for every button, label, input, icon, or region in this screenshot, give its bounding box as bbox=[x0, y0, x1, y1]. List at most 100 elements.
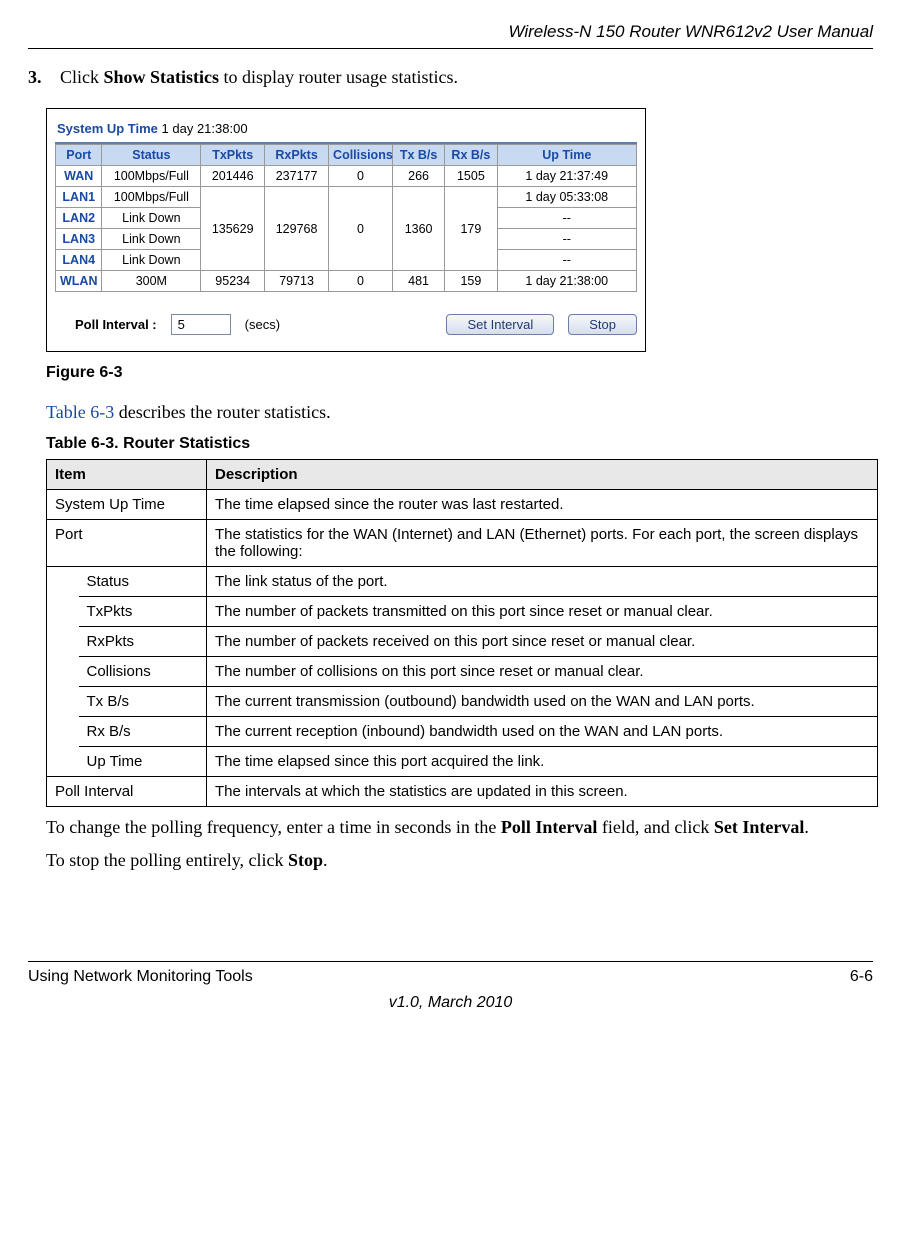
col-rxbs: Rx B/s bbox=[445, 145, 497, 166]
col-uptime: Up Time bbox=[497, 145, 636, 166]
desc-sub-desc-1: The number of packets transmitted on thi… bbox=[207, 597, 878, 627]
lan-tx: 135629 bbox=[201, 187, 265, 271]
desc-sub-desc-4: The current transmission (outbound) band… bbox=[207, 687, 878, 717]
lan4-status: Link Down bbox=[102, 250, 201, 271]
figure-caption: Figure 6-3 bbox=[46, 364, 873, 382]
lan4-up: -- bbox=[497, 250, 636, 271]
desc-row-txpkts: TxPkts The number of packets transmitted… bbox=[47, 597, 878, 627]
desc-sub-desc-3: The number of collisions on this port si… bbox=[207, 657, 878, 687]
table-ref-rest: describes the router statistics. bbox=[114, 402, 330, 422]
wlan-rxbs: 159 bbox=[445, 271, 497, 292]
desc-indent-cell bbox=[47, 567, 79, 777]
footer-rule bbox=[28, 961, 873, 962]
step-pre: Click bbox=[60, 67, 104, 87]
p1-post: . bbox=[804, 817, 809, 837]
figure-6-3-screenshot: System Up Time 1 day 21:38:00 Port Statu… bbox=[46, 108, 646, 352]
step-3: 3. Click Show Statistics to display rout… bbox=[28, 67, 873, 88]
desc-item-1: Port bbox=[47, 520, 207, 567]
desc-row-collisions: Collisions The number of collisions on t… bbox=[47, 657, 878, 687]
desc-sub-desc-6: The time elapsed since this port acquire… bbox=[207, 747, 878, 777]
router-statistics-table: Item Description System Up Time The time… bbox=[46, 459, 878, 807]
statistics-table: Port Status TxPkts RxPkts Collisions Tx … bbox=[55, 144, 637, 292]
wlan-up: 1 day 21:38:00 bbox=[497, 271, 636, 292]
footer-center: v1.0, March 2010 bbox=[28, 994, 873, 1012]
set-interval-button[interactable]: Set Interval bbox=[446, 314, 554, 335]
desc-sub-desc-0: The link status of the port. bbox=[207, 567, 878, 597]
wlan-txbs: 481 bbox=[392, 271, 444, 292]
stats-header-row: Port Status TxPkts RxPkts Collisions Tx … bbox=[56, 145, 637, 166]
para-poll-change: To change the polling frequency, enter a… bbox=[46, 817, 873, 838]
system-up-time-value: 1 day 21:38:00 bbox=[158, 121, 248, 136]
table-6-3-link[interactable]: Table 6-3 bbox=[46, 402, 114, 422]
desc-head-desc: Description bbox=[207, 460, 878, 490]
lan-rxbs: 179 bbox=[445, 187, 497, 271]
lan2-up: -- bbox=[497, 208, 636, 229]
col-port: Port bbox=[56, 145, 102, 166]
page-footer: Using Network Monitoring Tools 6-6 bbox=[28, 968, 873, 986]
lan2-status: Link Down bbox=[102, 208, 201, 229]
col-txbs: Tx B/s bbox=[392, 145, 444, 166]
col-rxpkts: RxPkts bbox=[265, 145, 329, 166]
desc-sub-desc-5: The current reception (inbound) bandwidt… bbox=[207, 717, 878, 747]
footer-left: Using Network Monitoring Tools bbox=[28, 968, 253, 986]
lan-coll: 0 bbox=[329, 187, 393, 271]
desc-header-row: Item Description bbox=[47, 460, 878, 490]
p2-pre: To stop the polling entirely, click bbox=[46, 850, 288, 870]
desc-sub-item-1: TxPkts bbox=[79, 597, 207, 627]
p2-b1: Stop bbox=[288, 850, 323, 870]
lan3-status: Link Down bbox=[102, 229, 201, 250]
table-ref-paragraph: Table 6-3 describes the router statistic… bbox=[46, 402, 873, 423]
desc-item-last: Poll Interval bbox=[47, 777, 207, 807]
lan4-port: LAN4 bbox=[56, 250, 102, 271]
wan-coll: 0 bbox=[329, 166, 393, 187]
desc-item-0: System Up Time bbox=[47, 490, 207, 520]
lan3-up: -- bbox=[497, 229, 636, 250]
lan-rx: 129768 bbox=[265, 187, 329, 271]
wlan-port: WLAN bbox=[56, 271, 102, 292]
lan-txbs: 1360 bbox=[392, 187, 444, 271]
para-stop-poll: To stop the polling entirely, click Stop… bbox=[46, 850, 873, 871]
system-up-time-label: System Up Time bbox=[57, 121, 158, 136]
system-up-time-row: System Up Time 1 day 21:38:00 bbox=[55, 117, 637, 144]
p1-mid: field, and click bbox=[597, 817, 713, 837]
desc-row-port: Port The statistics for the WAN (Interne… bbox=[47, 520, 878, 567]
wlan-coll: 0 bbox=[329, 271, 393, 292]
step-number: 3. bbox=[28, 67, 48, 88]
lan1-up: 1 day 05:33:08 bbox=[497, 187, 636, 208]
wlan-tx: 95234 bbox=[201, 271, 265, 292]
p1-b2: Set Interval bbox=[714, 817, 804, 837]
p2-post: . bbox=[323, 850, 328, 870]
poll-interval-row: Poll Interval : (secs) Set Interval Stop bbox=[55, 314, 637, 335]
wlan-rx: 79713 bbox=[265, 271, 329, 292]
wan-tx: 201446 bbox=[201, 166, 265, 187]
desc-head-item: Item bbox=[47, 460, 207, 490]
poll-interval-secs: (secs) bbox=[245, 317, 280, 332]
desc-row-pollinterval: Poll Interval The intervals at which the… bbox=[47, 777, 878, 807]
stats-row-wan: WAN 100Mbps/Full 201446 237177 0 266 150… bbox=[56, 166, 637, 187]
desc-desc-0: The time elapsed since the router was la… bbox=[207, 490, 878, 520]
lan1-port: LAN1 bbox=[56, 187, 102, 208]
wan-port: WAN bbox=[56, 166, 102, 187]
desc-row-uptime: Up Time The time elapsed since this port… bbox=[47, 747, 878, 777]
wlan-status: 300M bbox=[102, 271, 201, 292]
desc-row-status: Status The link status of the port. bbox=[47, 567, 878, 597]
desc-row-txbs: Tx B/s The current transmission (outboun… bbox=[47, 687, 878, 717]
wan-rxbs: 1505 bbox=[445, 166, 497, 187]
lan1-status: 100Mbps/Full bbox=[102, 187, 201, 208]
wan-rx: 237177 bbox=[265, 166, 329, 187]
desc-desc-last: The intervals at which the statistics ar… bbox=[207, 777, 878, 807]
page-header-title: Wireless-N 150 Router WNR612v2 User Manu… bbox=[28, 22, 873, 48]
p1-pre: To change the polling frequency, enter a… bbox=[46, 817, 501, 837]
wan-up: 1 day 21:37:49 bbox=[497, 166, 636, 187]
desc-row-rxpkts: RxPkts The number of packets received on… bbox=[47, 627, 878, 657]
stop-button[interactable]: Stop bbox=[568, 314, 637, 335]
desc-sub-item-6: Up Time bbox=[79, 747, 207, 777]
footer-right: 6-6 bbox=[850, 968, 873, 986]
step-text: Click Show Statistics to display router … bbox=[60, 67, 873, 88]
poll-interval-input[interactable] bbox=[171, 314, 231, 335]
desc-desc-1: The statistics for the WAN (Internet) an… bbox=[207, 520, 878, 567]
stats-row-lan1: LAN1 100Mbps/Full 135629 129768 0 1360 1… bbox=[56, 187, 637, 208]
wan-txbs: 266 bbox=[392, 166, 444, 187]
step-post: to display router usage statistics. bbox=[219, 67, 458, 87]
col-txpkts: TxPkts bbox=[201, 145, 265, 166]
